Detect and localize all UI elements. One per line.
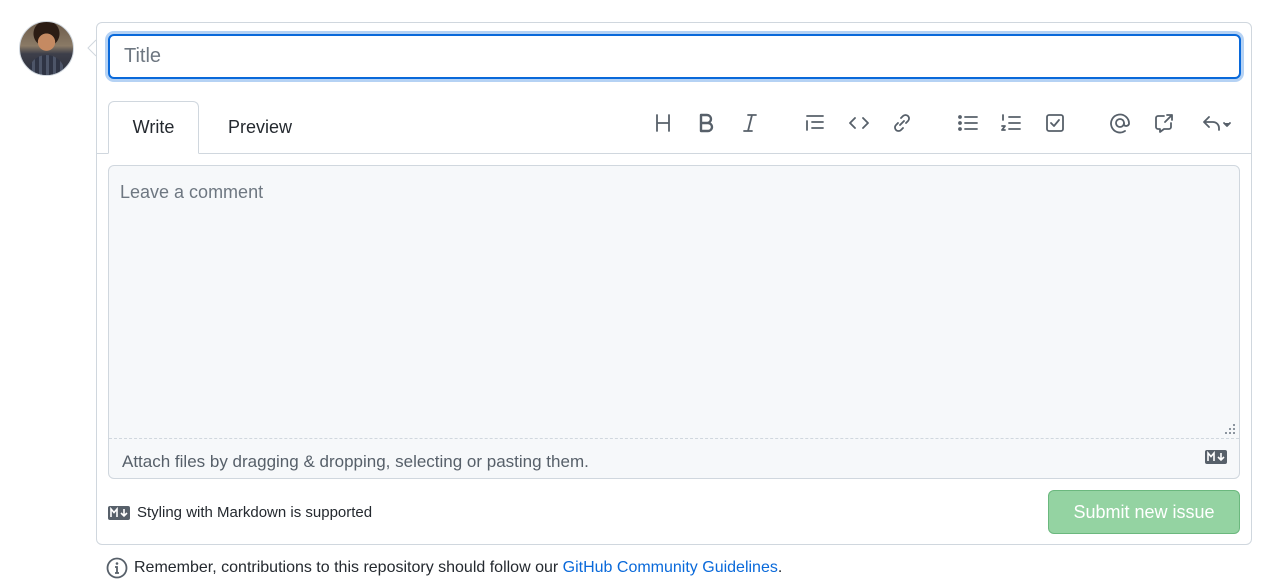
guidelines-text: Remember, contributions to this reposito… bbox=[134, 559, 563, 576]
attach-files-bar[interactable]: Attach files by dragging & dropping, sel… bbox=[109, 438, 1239, 479]
cross-reference-button[interactable] bbox=[1149, 108, 1179, 138]
markdown-icon bbox=[108, 505, 130, 520]
avatar[interactable] bbox=[19, 21, 74, 76]
reply-button[interactable] bbox=[1196, 108, 1238, 138]
bold-button[interactable] bbox=[691, 108, 721, 138]
mention-button[interactable] bbox=[1105, 108, 1135, 138]
quote-button[interactable] bbox=[800, 108, 830, 138]
mention-icon bbox=[1110, 113, 1130, 134]
markdown-support-note[interactable]: Styling with Markdown is supported bbox=[108, 504, 372, 521]
resize-grip-icon[interactable] bbox=[1225, 424, 1235, 434]
heading-icon bbox=[656, 114, 670, 132]
comment-textarea[interactable] bbox=[109, 166, 1239, 438]
italic-button[interactable] bbox=[735, 108, 765, 138]
code-icon bbox=[849, 117, 869, 129]
italic-icon bbox=[743, 114, 757, 132]
markdown-support-text: Styling with Markdown is supported bbox=[137, 504, 373, 521]
quote-icon bbox=[806, 115, 824, 131]
reply-icon bbox=[1203, 116, 1231, 131]
task-list-button[interactable] bbox=[1040, 108, 1070, 138]
markdown-icon bbox=[1205, 450, 1227, 464]
attach-files-text: Attach files by dragging & dropping, sel… bbox=[122, 452, 589, 471]
info-icon bbox=[106, 557, 128, 579]
community-guidelines-link[interactable]: GitHub Community Guidelines bbox=[563, 559, 778, 576]
heading-button[interactable] bbox=[648, 108, 678, 138]
bold-icon bbox=[699, 113, 714, 133]
link-button[interactable] bbox=[887, 108, 917, 138]
comment-area: Attach files by dragging & dropping, sel… bbox=[108, 165, 1240, 479]
guidelines-suffix: . bbox=[777, 559, 783, 576]
cross-reference-icon bbox=[1155, 114, 1173, 133]
tab-write[interactable]: Write bbox=[108, 101, 199, 154]
bulleted-list-icon bbox=[958, 115, 978, 131]
title-input[interactable] bbox=[108, 34, 1241, 79]
guidelines-notice: Remember, contributions to this reposito… bbox=[106, 557, 782, 579]
bulleted-list-button[interactable] bbox=[953, 108, 983, 138]
link-icon bbox=[894, 114, 910, 132]
code-button[interactable] bbox=[844, 108, 874, 138]
speech-caret-icon bbox=[87, 39, 97, 57]
numbered-list-button[interactable] bbox=[996, 108, 1026, 138]
numbered-list-icon bbox=[1001, 114, 1021, 131]
avatar-shirt bbox=[28, 55, 65, 75]
submit-new-issue-button[interactable]: Submit new issue bbox=[1048, 490, 1240, 534]
tab-preview[interactable]: Preview bbox=[210, 101, 310, 154]
task-list-icon bbox=[1046, 114, 1064, 132]
